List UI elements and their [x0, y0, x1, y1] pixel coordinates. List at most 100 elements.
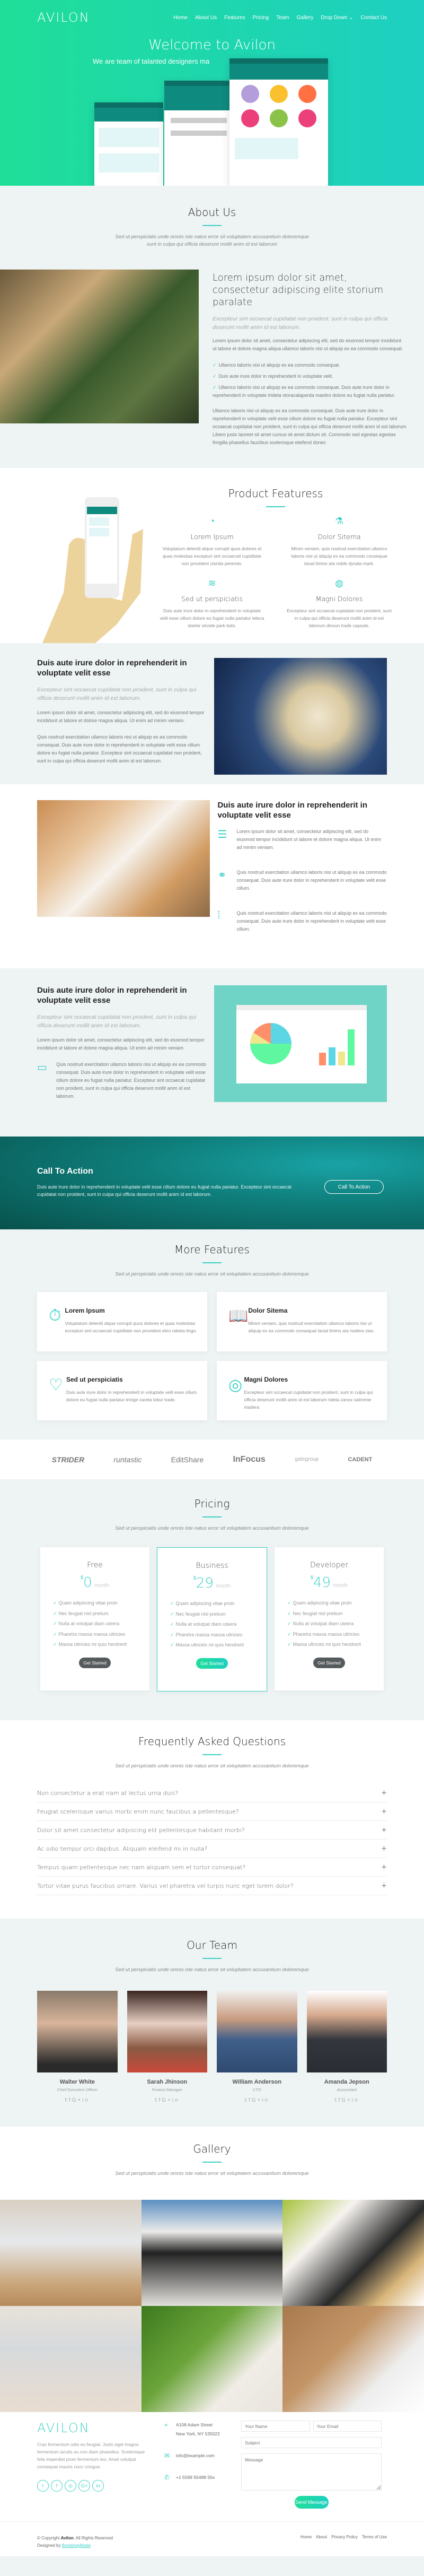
map-app-icon: [270, 109, 288, 127]
plus-icon[interactable]: +: [381, 1863, 387, 1871]
plus-icon[interactable]: +: [381, 1882, 387, 1890]
cta-text: Duis aute irure dolor in reprehenderit i…: [37, 1184, 292, 1197]
gallery-image-phone-touch[interactable]: [282, 2200, 424, 2306]
plus-icon[interactable]: +: [381, 1789, 387, 1797]
footer-logo: AVILON: [37, 2421, 90, 2435]
plan-feature-list: ✓ Quam adipiscing vitae proin ✓ Nec feugia…: [157, 1599, 267, 1651]
get-started-button-developer[interactable]: Get Started: [313, 1657, 345, 1668]
nav-contact[interactable]: Contact Us: [361, 15, 387, 21]
contact-phone: ✆ +1 5589 55488 55s: [164, 2474, 215, 2481]
about-heading: Lorem ipsum dolor sit amet, consectetur …: [213, 272, 384, 308]
plan-feature: ✓ Massa ultricies mi quis hendrerit: [287, 1642, 361, 1647]
nav-features[interactable]: Features: [224, 15, 245, 21]
product-features-section: Product Featuress ◔ Lorem Ipsum Voluptat…: [0, 468, 424, 643]
team-member: Sarah Jhinson Product Manager 𝕥fG+in: [127, 1991, 207, 2103]
gallery-image-ipad-in-hand[interactable]: [141, 2200, 283, 2306]
faq-question[interactable]: Feugiat scelerisque varius morbi enim nu…: [37, 1802, 387, 1821]
plan-feature-list: ✓ Quam adipiscing vitae proin ✓ Nec feugia…: [40, 1598, 149, 1650]
faq-question[interactable]: Non consectetur a erat nam at lectus urn…: [37, 1784, 387, 1802]
gallery-image-imac-tablet[interactable]: [0, 2306, 142, 2412]
twitter-icon[interactable]: 𝕥: [65, 2097, 69, 2103]
google-plus-icon[interactable]: G+: [78, 2480, 90, 2492]
plan-feature: ✓ Quam adipiscing vitae proin: [53, 1600, 118, 1606]
pulse-icon: ◍: [335, 578, 343, 588]
check-circle-icon: ✓: [170, 1642, 174, 1647]
feature-card: ♡ Sed ut perspiciatis Duis aute irure dol…: [37, 1361, 207, 1420]
google-plus-icon[interactable]: G+: [72, 2097, 83, 2103]
detail-item: ☰ Lorem ipsum dolor sit amet, consectetu…: [217, 828, 387, 860]
call-to-action-button[interactable]: Call To Action: [324, 1180, 384, 1194]
check-circle-icon: ✓: [170, 1611, 174, 1617]
feature-item: ≋ Sed ut perspiciatis Duis aute irure do…: [154, 578, 270, 629]
check-circle-icon: ✓: [287, 1642, 292, 1647]
get-started-button-free[interactable]: Get Started: [79, 1657, 111, 1668]
nav-about[interactable]: About Us: [195, 15, 217, 21]
google-plus-icon[interactable]: G+: [341, 2097, 352, 2103]
contact-app-icon: [298, 109, 316, 127]
title-divider: [202, 225, 222, 226]
faq-question[interactable]: Dolor sit amet consectetur adipiscing el…: [37, 1821, 387, 1840]
name-input[interactable]: [241, 2421, 310, 2432]
product-features-title: Product Featuress: [228, 487, 323, 500]
plan-feature-list: ✓ Quam adipiscing vitae proin ✓ Nec feugia…: [275, 1598, 384, 1650]
pie-chart-graphic: [250, 1023, 292, 1064]
checklist-item: ✓ Duis aute irure dolor in reprehenderit …: [213, 374, 333, 379]
subject-input[interactable]: [241, 2437, 382, 2448]
plus-icon[interactable]: +: [381, 1808, 387, 1816]
linkedin-icon[interactable]: in: [92, 2480, 104, 2492]
client-logo-cadent: CADENT: [348, 1456, 373, 1463]
faq-question[interactable]: Tempus quam pellentesque nec nam aliquam…: [37, 1858, 387, 1877]
linkedin-icon[interactable]: in: [82, 2097, 90, 2103]
team-title: Our Team: [187, 1939, 237, 1951]
facebook-icon[interactable]: f: [51, 2480, 63, 2492]
detail-item-text: Quis nostrud exercitation ullamco labori…: [236, 870, 387, 891]
get-started-button-business[interactable]: Get Started: [196, 1658, 228, 1669]
about-photo-meeting: [0, 270, 199, 423]
nav-home[interactable]: Home: [173, 15, 188, 21]
envelope-icon: ✉: [164, 2452, 170, 2459]
faq-question[interactable]: Tortor vitae purus faucibus ornare. Vari…: [37, 1877, 387, 1895]
nav-gallery[interactable]: Gallery: [297, 15, 314, 21]
check-circle-icon: ✓: [170, 1621, 174, 1627]
check-circle-icon: ✓: [170, 1601, 174, 1606]
check-circle-icon: ✓: [287, 1610, 292, 1616]
feature-text: Duis aute irure dolor in reprehenderit i…: [160, 608, 264, 628]
detail-lead: Excepteur sint occaecat cupidatat non pr…: [37, 687, 197, 701]
gallery-image-desk-phone-coffee[interactable]: [282, 2306, 424, 2412]
send-message-button[interactable]: Send Message: [294, 2496, 329, 2509]
footer-link-home[interactable]: Home: [301, 2535, 312, 2549]
checklist-item: ✓ Ullamco laboris nisi ut aliquip ex ea c…: [213, 362, 340, 368]
nav-pricing[interactable]: Pricing: [253, 15, 269, 21]
footer-link-about[interactable]: About: [316, 2535, 327, 2549]
gallery-image-woman-phone-grass[interactable]: [141, 2306, 283, 2412]
footer-link-privacy[interactable]: Privacy Policy: [331, 2535, 358, 2549]
check-circle-icon: ✓: [53, 1600, 57, 1606]
plan-name: Free: [87, 1561, 103, 1569]
twitter-icon[interactable]: t: [37, 2480, 49, 2492]
faq-subtitle: Sed ut perspiciatis unde omnis iste natu…: [115, 1763, 309, 1769]
google-plus-icon[interactable]: G+: [252, 2097, 262, 2103]
title-divider: [202, 1958, 222, 1959]
plus-icon[interactable]: +: [381, 1826, 387, 1834]
plus-icon[interactable]: +: [381, 1845, 387, 1853]
gallery-image-desk-imac[interactable]: [0, 2200, 142, 2306]
pricing-card-free: Free $0 month ✓ Quam adipiscing vitae pro…: [40, 1547, 149, 1690]
linkedin-icon[interactable]: in: [262, 2097, 269, 2103]
linkedin-icon[interactable]: in: [172, 2097, 180, 2103]
faq-title: Frequently Asked Questions: [138, 1735, 286, 1748]
designer-credit-link[interactable]: BootstrapMade: [62, 2543, 91, 2548]
venn-circles-icon: ⚭: [217, 870, 227, 881]
feature-text: Minim veniam, quis nostrud exercitation …: [291, 546, 387, 566]
linkedin-icon[interactable]: in: [352, 2097, 359, 2103]
google-plus-icon[interactable]: G+: [162, 2097, 172, 2103]
instagram-icon[interactable]: ◎: [65, 2480, 76, 2492]
email-input[interactable]: [313, 2421, 382, 2432]
message-textarea[interactable]: [241, 2453, 382, 2491]
footer-link-terms[interactable]: Terms of Use: [362, 2535, 387, 2549]
faq-question[interactable]: Ac odio tempor orci dapibus. Aliquam ele…: [37, 1840, 387, 1858]
site-logo[interactable]: AVILON: [37, 10, 90, 25]
nav-dropdown[interactable]: Drop Down ⌄: [321, 15, 353, 21]
about-subtitle: Sed ut perspiciatis unde omnis iste natu…: [115, 234, 309, 247]
nav-team[interactable]: Team: [276, 15, 289, 21]
twitter-icon[interactable]: 𝕥: [244, 2097, 249, 2103]
